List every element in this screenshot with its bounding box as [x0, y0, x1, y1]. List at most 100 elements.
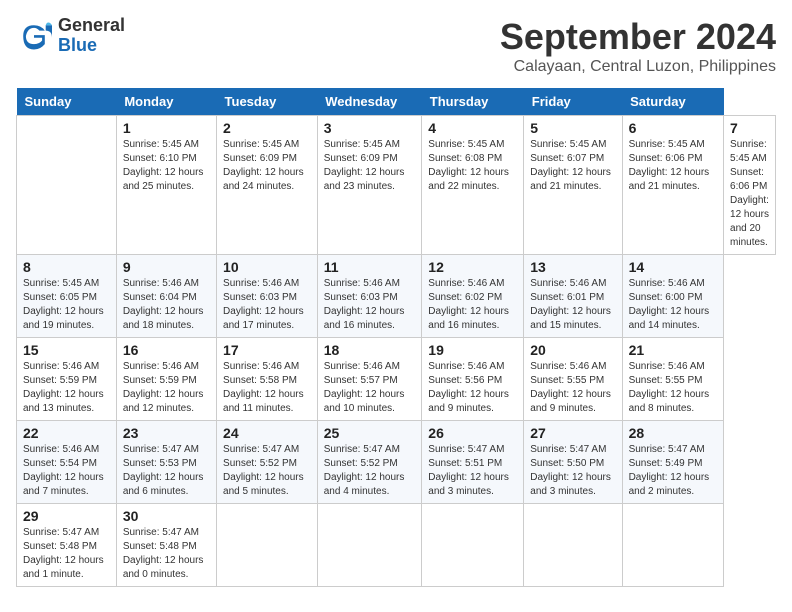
day-info: Sunrise: 5:47 AMSunset: 5:53 PMDaylight:… — [123, 443, 210, 499]
day-number: 22 — [23, 425, 110, 441]
calendar-cell — [622, 504, 723, 587]
day-info: Sunrise: 5:45 AMSunset: 6:06 PMDaylight:… — [730, 138, 769, 250]
calendar-cell: 22 Sunrise: 5:46 AMSunset: 5:54 PMDayligh… — [17, 421, 117, 504]
day-info: Sunrise: 5:47 AMSunset: 5:49 PMDaylight:… — [629, 443, 717, 499]
day-number: 24 — [223, 425, 311, 441]
day-number: 11 — [324, 259, 416, 275]
day-number: 28 — [629, 425, 717, 441]
calendar-cell: 26 Sunrise: 5:47 AMSunset: 5:51 PMDayligh… — [422, 421, 524, 504]
calendar-cell: 11Sunrise: 5:46 AMSunset: 6:03 PMDayligh… — [317, 255, 422, 338]
day-info: Sunrise: 5:46 AMSunset: 5:59 PMDaylight:… — [23, 360, 110, 416]
day-info: Sunrise: 5:46 AMSunset: 6:03 PMDaylight:… — [223, 277, 311, 333]
calendar-cell: 8 Sunrise: 5:45 AMSunset: 6:05 PMDaylight… — [17, 255, 117, 338]
calendar-cell — [17, 116, 117, 255]
day-info: Sunrise: 5:47 AMSunset: 5:48 PMDaylight:… — [23, 526, 110, 582]
day-number: 14 — [629, 259, 717, 275]
day-number: 4 — [428, 120, 517, 136]
day-info: Sunrise: 5:46 AMSunset: 6:01 PMDaylight:… — [530, 277, 615, 333]
calendar-cell — [524, 504, 622, 587]
day-number: 10 — [223, 259, 311, 275]
logo: General Blue — [16, 16, 125, 56]
calendar-cell: 30Sunrise: 5:47 AMSunset: 5:48 PMDayligh… — [116, 504, 216, 587]
day-number: 26 — [428, 425, 517, 441]
calendar-cell: 7 Sunrise: 5:45 AMSunset: 6:06 PMDaylight… — [724, 116, 776, 255]
day-number: 15 — [23, 342, 110, 358]
day-number: 20 — [530, 342, 615, 358]
calendar-cell: 23 Sunrise: 5:47 AMSunset: 5:53 PMDayligh… — [116, 421, 216, 504]
day-info: Sunrise: 5:46 AMSunset: 5:54 PMDaylight:… — [23, 443, 110, 499]
header-row: SundayMondayTuesdayWednesdayThursdayFrid… — [17, 88, 776, 116]
day-number: 13 — [530, 259, 615, 275]
day-number: 23 — [123, 425, 210, 441]
day-info: Sunrise: 5:45 AMSunset: 6:07 PMDaylight:… — [530, 138, 615, 194]
calendar-cell: 21 Sunrise: 5:46 AMSunset: 5:55 PMDayligh… — [622, 338, 723, 421]
day-number: 9 — [123, 259, 210, 275]
calendar-cell: 16Sunrise: 5:46 AMSunset: 5:59 PMDayligh… — [116, 338, 216, 421]
calendar-title: September 2024 — [500, 16, 776, 58]
day-number: 8 — [23, 259, 110, 275]
day-info: Sunrise: 5:46 AMSunset: 5:55 PMDaylight:… — [629, 360, 717, 416]
calendar-cell: 5Sunrise: 5:45 AMSunset: 6:07 PMDaylight… — [524, 116, 622, 255]
logo-icon — [16, 18, 52, 54]
calendar-cell: 29 Sunrise: 5:47 AMSunset: 5:48 PMDayligh… — [17, 504, 117, 587]
day-info: Sunrise: 5:46 AMSunset: 6:04 PMDaylight:… — [123, 277, 210, 333]
week-row: 1 Sunrise: 5:45 AMSunset: 6:10 PMDaylight… — [17, 116, 776, 255]
day-info: Sunrise: 5:47 AMSunset: 5:48 PMDaylight:… — [123, 526, 210, 582]
day-info: Sunrise: 5:46 AMSunset: 5:55 PMDaylight:… — [530, 360, 615, 416]
day-info: Sunrise: 5:45 AMSunset: 6:08 PMDaylight:… — [428, 138, 517, 194]
calendar-cell: 24 Sunrise: 5:47 AMSunset: 5:52 PMDayligh… — [217, 421, 318, 504]
calendar-cell: 4 Sunrise: 5:45 AMSunset: 6:08 PMDaylight… — [422, 116, 524, 255]
calendar-cell: 1 Sunrise: 5:45 AMSunset: 6:10 PMDaylight… — [116, 116, 216, 255]
header-thursday: Thursday — [422, 88, 524, 116]
day-info: Sunrise: 5:47 AMSunset: 5:51 PMDaylight:… — [428, 443, 517, 499]
day-number: 6 — [629, 120, 717, 136]
day-number: 1 — [123, 120, 210, 136]
day-info: Sunrise: 5:45 AMSunset: 6:10 PMDaylight:… — [123, 138, 210, 194]
calendar-cell: 13 Sunrise: 5:46 AMSunset: 6:01 PMDayligh… — [524, 255, 622, 338]
page-header: General Blue September 2024 Calayaan, Ce… — [16, 16, 776, 76]
calendar-cell — [317, 504, 422, 587]
day-info: Sunrise: 5:46 AMSunset: 5:57 PMDaylight:… — [324, 360, 416, 416]
day-number: 27 — [530, 425, 615, 441]
calendar-cell: 14 Sunrise: 5:46 AMSunset: 6:00 PMDayligh… — [622, 255, 723, 338]
calendar-cell: 20 Sunrise: 5:46 AMSunset: 5:55 PMDayligh… — [524, 338, 622, 421]
day-info: Sunrise: 5:46 AMSunset: 6:00 PMDaylight:… — [629, 277, 717, 333]
calendar-cell: 15 Sunrise: 5:46 AMSunset: 5:59 PMDayligh… — [17, 338, 117, 421]
day-info: Sunrise: 5:47 AMSunset: 5:52 PMDaylight:… — [324, 443, 416, 499]
day-info: Sunrise: 5:45 AMSunset: 6:05 PMDaylight:… — [23, 277, 110, 333]
day-number: 18 — [324, 342, 416, 358]
calendar-cell: 2 Sunrise: 5:45 AMSunset: 6:09 PMDaylight… — [217, 116, 318, 255]
calendar-cell: 3Sunrise: 5:45 AMSunset: 6:09 PMDaylight… — [317, 116, 422, 255]
day-number: 7 — [730, 120, 769, 136]
day-info: Sunrise: 5:45 AMSunset: 6:06 PMDaylight:… — [629, 138, 717, 194]
week-row: 15 Sunrise: 5:46 AMSunset: 5:59 PMDayligh… — [17, 338, 776, 421]
calendar-cell: 19Sunrise: 5:46 AMSunset: 5:56 PMDayligh… — [422, 338, 524, 421]
week-row: 22 Sunrise: 5:46 AMSunset: 5:54 PMDayligh… — [17, 421, 776, 504]
calendar-cell: 12 Sunrise: 5:46 AMSunset: 6:02 PMDayligh… — [422, 255, 524, 338]
day-info: Sunrise: 5:45 AMSunset: 6:09 PMDaylight:… — [223, 138, 311, 194]
calendar-cell: 18 Sunrise: 5:46 AMSunset: 5:57 PMDayligh… — [317, 338, 422, 421]
calendar-cell: 6 Sunrise: 5:45 AMSunset: 6:06 PMDaylight… — [622, 116, 723, 255]
header-wednesday: Wednesday — [317, 88, 422, 116]
logo-text: General Blue — [58, 16, 125, 56]
day-number: 29 — [23, 508, 110, 524]
day-number: 2 — [223, 120, 311, 136]
calendar-table: SundayMondayTuesdayWednesdayThursdayFrid… — [16, 88, 776, 587]
day-number: 12 — [428, 259, 517, 275]
header-sunday: Sunday — [17, 88, 117, 116]
day-info: Sunrise: 5:47 AMSunset: 5:52 PMDaylight:… — [223, 443, 311, 499]
day-number: 17 — [223, 342, 311, 358]
header-monday: Monday — [116, 88, 216, 116]
calendar-cell: 17Sunrise: 5:46 AMSunset: 5:58 PMDayligh… — [217, 338, 318, 421]
calendar-cell: 9 Sunrise: 5:46 AMSunset: 6:04 PMDaylight… — [116, 255, 216, 338]
calendar-cell: 10 Sunrise: 5:46 AMSunset: 6:03 PMDayligh… — [217, 255, 318, 338]
day-number: 25 — [324, 425, 416, 441]
day-info: Sunrise: 5:47 AMSunset: 5:50 PMDaylight:… — [530, 443, 615, 499]
calendar-cell: 27 Sunrise: 5:47 AMSunset: 5:50 PMDayligh… — [524, 421, 622, 504]
day-info: Sunrise: 5:46 AMSunset: 5:56 PMDaylight:… — [428, 360, 517, 416]
calendar-subtitle: Calayaan, Central Luzon, Philippines — [500, 58, 776, 76]
title-block: September 2024 Calayaan, Central Luzon, … — [500, 16, 776, 76]
day-info: Sunrise: 5:46 AMSunset: 5:59 PMDaylight:… — [123, 360, 210, 416]
day-number: 21 — [629, 342, 717, 358]
day-info: Sunrise: 5:46 AMSunset: 6:02 PMDaylight:… — [428, 277, 517, 333]
